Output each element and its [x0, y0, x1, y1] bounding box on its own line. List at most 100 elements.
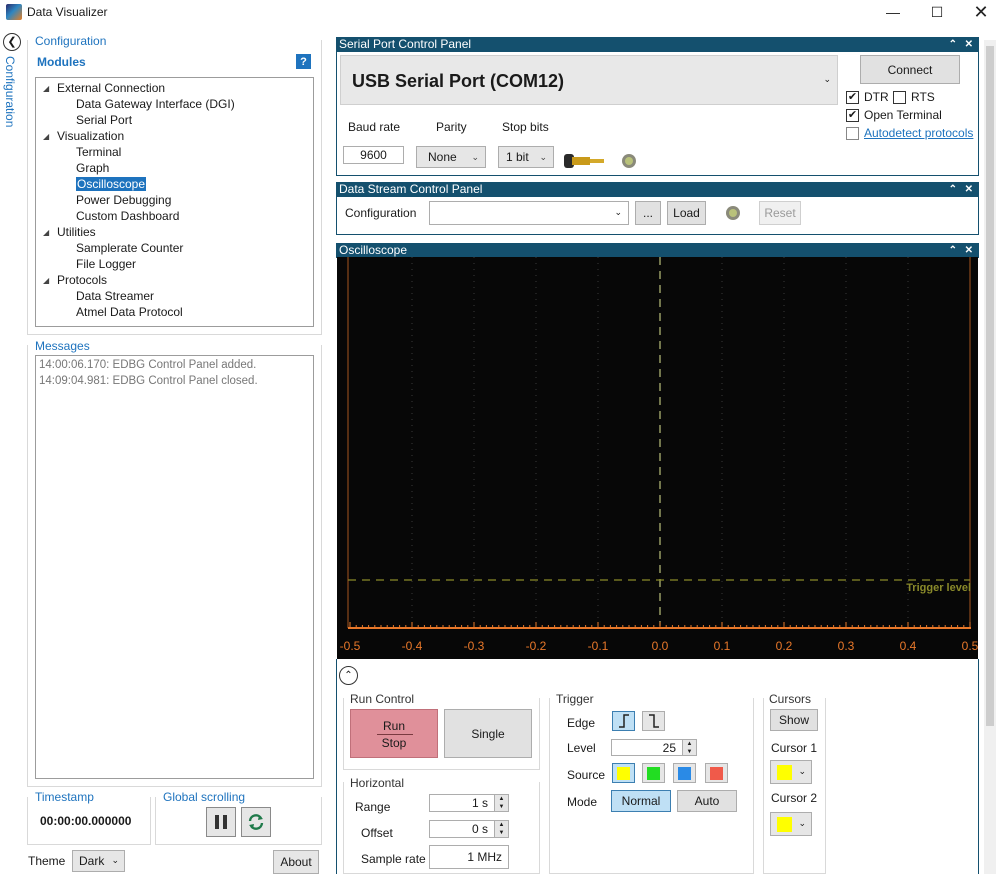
theme-select[interactable]: Dark ⌄: [72, 850, 125, 872]
pause-button[interactable]: [206, 807, 236, 837]
tree-expand-icon[interactable]: ◢: [43, 132, 49, 141]
connect-button[interactable]: Connect: [860, 55, 960, 84]
tree-expand-icon[interactable]: ◢: [43, 276, 49, 285]
autodetect-checkbox[interactable]: [846, 127, 859, 140]
tree-item[interactable]: Serial Port: [76, 113, 132, 127]
browse-button[interactable]: ...: [635, 201, 661, 225]
parity-select[interactable]: None ⌄: [416, 146, 486, 168]
cursor-2-color-select[interactable]: ⌄: [770, 812, 812, 836]
offset-input[interactable]: 0 s ▲ ▼: [429, 820, 509, 838]
oscilloscope-display[interactable]: Trigger level -0.5 -0.4 -0.3 -0.2 -0.1 0.0 0.1 0…: [337, 257, 979, 659]
source-red-button[interactable]: [705, 763, 728, 783]
tree-item[interactable]: Atmel Data Protocol: [76, 305, 183, 319]
single-button[interactable]: Single: [444, 709, 532, 758]
serial-panel-header: Serial Port Control Panel ⌃ ✕: [336, 37, 979, 52]
chevron-down-icon: ⌄: [471, 151, 479, 162]
tree-item[interactable]: Utilities: [57, 225, 96, 239]
tree-item[interactable]: Visualization: [57, 129, 124, 143]
tree-item[interactable]: Power Debugging: [76, 193, 171, 207]
run-label: Run: [382, 719, 405, 733]
oscilloscope-panel-header: Oscilloscope ⌃ ✕: [336, 243, 979, 258]
baud-rate-input[interactable]: 9600: [343, 146, 404, 164]
edge-label: Edge: [567, 716, 596, 730]
source-label: Source: [567, 768, 606, 782]
rising-edge-button[interactable]: [612, 711, 635, 731]
tree-item[interactable]: Data Gateway Interface (DGI): [76, 97, 235, 111]
maximize-icon[interactable]: ☐: [914, 0, 960, 24]
open-terminal-label: Open Terminal: [864, 108, 942, 122]
range-spinner[interactable]: ▲ ▼: [494, 795, 508, 811]
title-bar: [0, 0, 996, 24]
help-icon[interactable]: ?: [296, 54, 311, 69]
cursors-title: Cursors: [769, 692, 812, 706]
close-icon[interactable]: ✕: [958, 0, 996, 24]
tree-item[interactable]: Samplerate Counter: [76, 241, 183, 255]
offset-spinner[interactable]: ▲ ▼: [494, 821, 508, 837]
tree-item[interactable]: Custom Dashboard: [76, 209, 179, 223]
pause-icon: [215, 815, 227, 829]
rts-checkbox[interactable]: [893, 91, 906, 104]
collapse-left-icon[interactable]: ❮: [3, 33, 21, 51]
message-item: 14:00:06.170: EDBG Control Panel added.: [39, 359, 257, 371]
close-panel-icon[interactable]: ✕: [965, 37, 973, 52]
tree-item[interactable]: Oscilloscope: [76, 177, 147, 191]
falling-edge-button[interactable]: [642, 711, 665, 731]
source-green-button[interactable]: [642, 763, 665, 783]
stop-bits-select[interactable]: 1 bit ⌄: [498, 146, 554, 168]
minimize-icon[interactable]: —: [870, 0, 916, 24]
oscilloscope-plot: Trigger level -0.5 -0.4 -0.3 -0.2 -0.1 0.0 0.1 0…: [340, 257, 979, 653]
tree-item[interactable]: Terminal: [76, 145, 121, 159]
data-stream-panel-header: Data Stream Control Panel ⌃ ✕: [336, 182, 979, 197]
range-input[interactable]: 1 s ▲ ▼: [429, 794, 509, 812]
close-panel-icon[interactable]: ✕: [965, 243, 973, 258]
source-blue-button[interactable]: [673, 763, 696, 783]
stream-configuration-label: Configuration: [345, 206, 417, 220]
sample-rate-input[interactable]: 1 MHz: [429, 845, 509, 869]
range-label: Range: [355, 800, 391, 814]
sync-button[interactable]: [241, 807, 271, 837]
autodetect-protocols-link[interactable]: Autodetect protocols: [864, 126, 973, 140]
x-tick-label: 0.5: [962, 639, 978, 653]
tree-item[interactable]: Protocols: [57, 273, 107, 287]
source-swatch: [617, 766, 630, 780]
global-scrolling-title: Global scrolling: [163, 790, 246, 804]
chevron-down-icon: ⌄: [798, 818, 806, 828]
messages-list: 14:00:06.170: EDBG Control Panel added. …: [35, 355, 314, 779]
collapse-panel-icon[interactable]: ⌃: [949, 182, 957, 197]
stream-configuration-select[interactable]: ⌄: [429, 201, 629, 225]
tree-item[interactable]: File Logger: [76, 257, 136, 271]
tree-expand-icon[interactable]: ◢: [43, 228, 49, 237]
chevron-down-icon: ⌄: [823, 74, 831, 84]
dtr-checkbox[interactable]: ✔: [846, 91, 859, 104]
open-terminal-checkbox[interactable]: ✔: [846, 109, 859, 122]
close-panel-icon[interactable]: ✕: [965, 182, 973, 197]
stop-bits-label: Stop bits: [502, 120, 549, 134]
cursor-1-label: Cursor 1: [771, 741, 818, 755]
source-yellow-button[interactable]: [612, 763, 635, 783]
reset-button[interactable]: Reset: [759, 201, 801, 225]
configuration-side-tab[interactable]: Configuration: [3, 56, 17, 127]
collapse-panel-icon[interactable]: ⌃: [949, 37, 957, 52]
level-spinner[interactable]: ▲ ▼: [682, 740, 696, 755]
level-input[interactable]: 25 ▲ ▼: [611, 739, 697, 756]
tree-item[interactable]: Data Streamer: [76, 289, 154, 303]
load-button[interactable]: Load: [667, 201, 706, 225]
show-cursors-button[interactable]: Show: [770, 709, 818, 731]
collapse-panel-icon[interactable]: ⌃: [949, 243, 957, 258]
tree-item[interactable]: External Connection: [57, 81, 165, 95]
port-select[interactable]: USB Serial Port (COM12) ⌄: [340, 55, 838, 105]
tree-expand-icon[interactable]: ◢: [43, 84, 49, 93]
run-stop-button[interactable]: Run Stop: [350, 709, 438, 758]
mode-auto-button[interactable]: Auto: [677, 790, 737, 812]
expand-controls-icon[interactable]: ⌃: [339, 666, 358, 685]
mode-normal-button[interactable]: Normal: [611, 790, 671, 812]
cursor-1-color-select[interactable]: ⌄: [770, 760, 812, 784]
source-swatch: [678, 766, 691, 780]
cursor-2-swatch: [777, 817, 792, 832]
about-button[interactable]: About: [273, 850, 319, 874]
serial-panel-title: Serial Port Control Panel: [339, 37, 472, 51]
oscilloscope-panel-title: Oscilloscope: [339, 243, 408, 257]
window-title: Data Visualizer: [27, 5, 108, 19]
scrollbar-thumb[interactable]: [986, 46, 994, 726]
tree-item[interactable]: Graph: [76, 161, 109, 175]
